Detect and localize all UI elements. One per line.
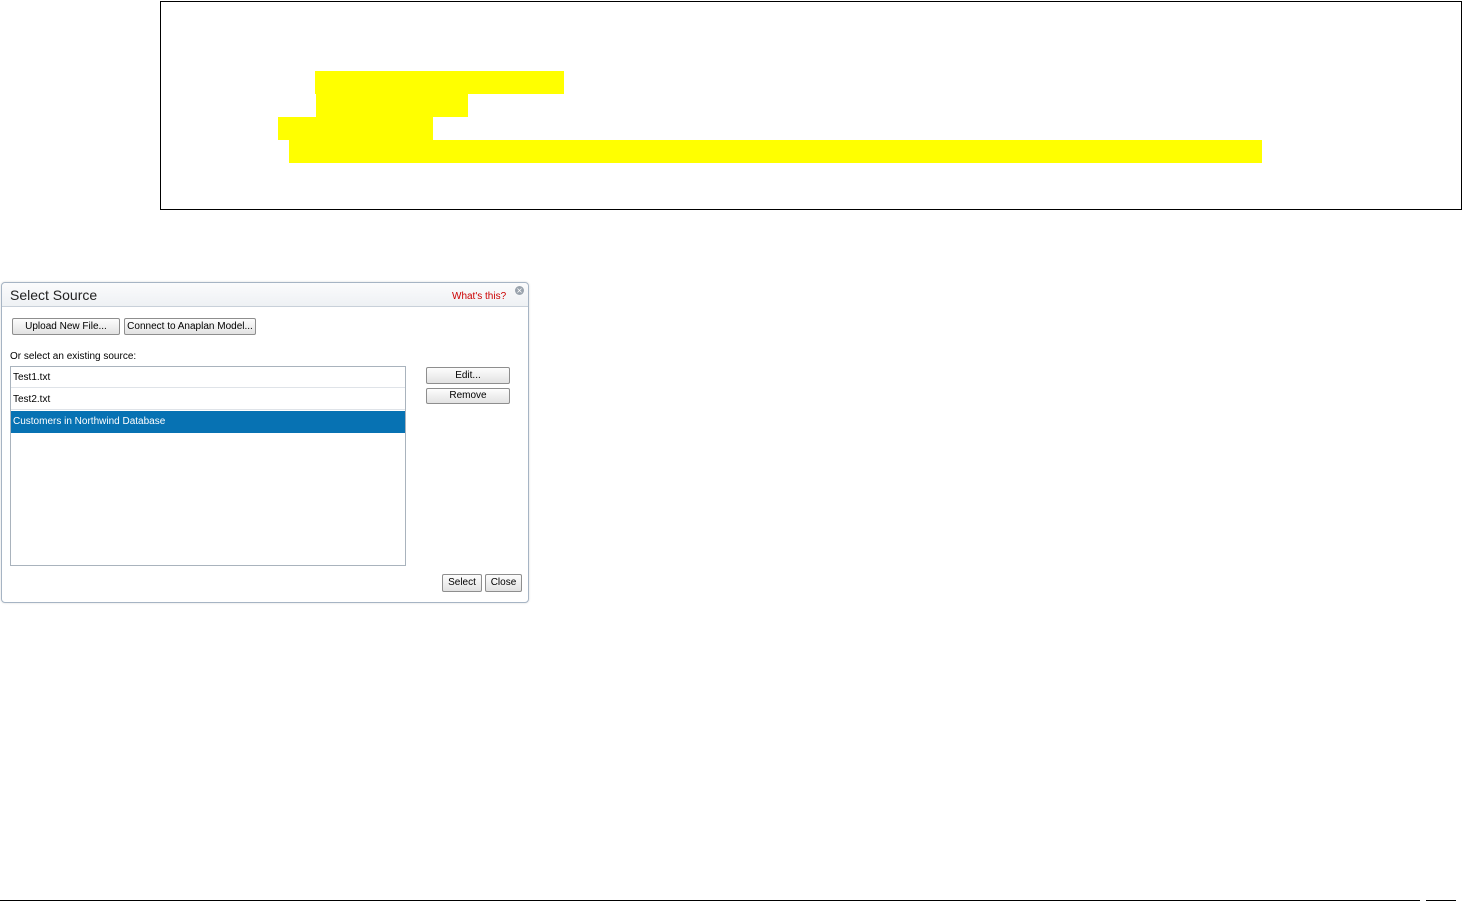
highlight-bar [278, 117, 433, 140]
highlight-bar [316, 94, 468, 117]
select-source-dialog: Select Source What's this? × Upload New … [1, 282, 529, 603]
existing-source-label: Or select an existing source: [10, 351, 137, 362]
upload-new-file-button[interactable]: Upload New File... [12, 318, 120, 335]
document-text-box [160, 1, 1462, 210]
list-item[interactable]: Test2.txt [11, 389, 405, 410]
edit-button[interactable]: Edit... [426, 367, 510, 384]
remove-button[interactable]: Remove [426, 388, 510, 404]
dialog-header: Select Source What's this? × [2, 283, 528, 307]
dialog-title: Select Source [10, 287, 98, 303]
source-list[interactable]: Test1.txt Test2.txt Customers in Northwi… [10, 366, 406, 566]
footer-rule [0, 900, 1420, 901]
footer-rule-short [1426, 900, 1456, 901]
close-icon[interactable]: × [515, 286, 524, 295]
highlight-bar [315, 71, 564, 94]
list-item-selected[interactable]: Customers in Northwind Database [11, 411, 405, 433]
connect-anaplan-model-button[interactable]: Connect to Anaplan Model... [124, 318, 256, 335]
select-button[interactable]: Select [442, 574, 482, 592]
list-item[interactable]: Test1.txt [11, 367, 405, 388]
close-button[interactable]: Close [485, 574, 522, 592]
whats-this-link[interactable]: What's this? [452, 291, 506, 302]
highlight-bar [289, 140, 1262, 163]
